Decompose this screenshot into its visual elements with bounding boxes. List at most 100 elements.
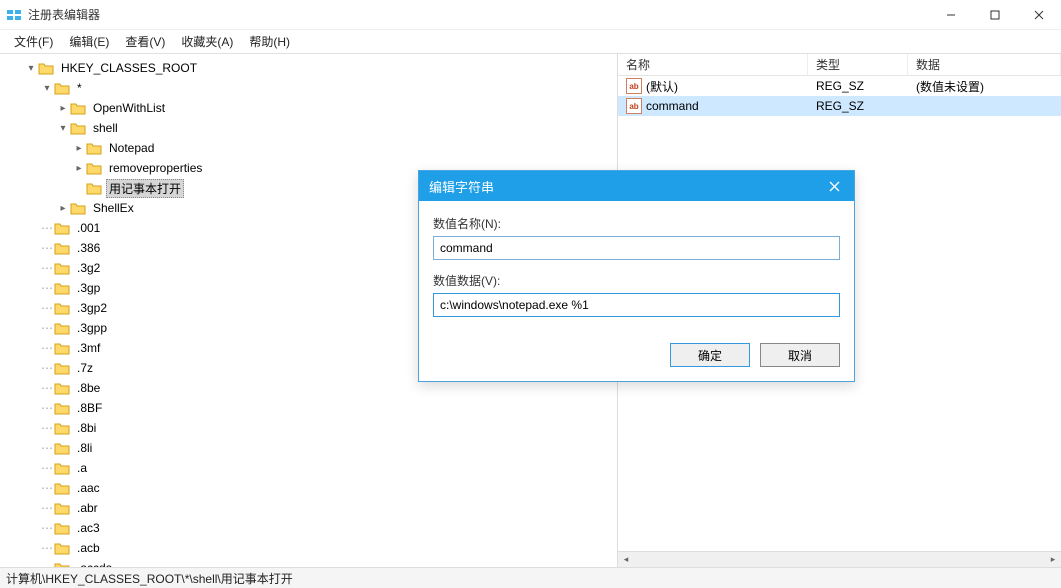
folder-icon [54,481,70,495]
tree-dots: ⋯ [40,401,54,415]
tree-label: * [74,80,85,96]
folder-icon [54,441,70,455]
maximize-button[interactable] [973,0,1017,29]
value-name-label: 数值名称(N): [433,215,840,232]
tree-node-ext[interactable]: ⋯.a [0,458,617,478]
folder-icon [70,121,86,135]
tree-label: removeproperties [106,160,205,176]
tree-dots: ⋯ [40,481,54,495]
col-data[interactable]: 数据 [908,54,1061,75]
minimize-button[interactable] [929,0,973,29]
tree-node-ext[interactable]: ⋯ .aac [0,478,617,498]
tree-dots: ⋯ [40,561,54,567]
menu-favorites[interactable]: 收藏夹(A) [173,30,241,53]
expand-icon[interactable] [56,203,70,214]
tree-label: .8li [74,440,95,456]
tree-label: .acb [74,540,103,556]
horizontal-scrollbar[interactable]: ◂ ▸ [618,551,1061,567]
tree-label: shell [90,120,121,136]
tree-node-openwith[interactable]: OpenWithList [0,98,617,118]
folder-icon [86,141,102,155]
value-data: (数值未设置) [908,78,1061,95]
expand-icon[interactable] [56,103,70,114]
tree-dots: ⋯ [40,321,54,335]
value-type: REG_SZ [808,79,908,93]
tree-dots: ⋯ [40,361,54,375]
tree-label: .7z [74,360,96,376]
ok-button[interactable]: 确定 [670,343,750,367]
string-value-icon: ab [626,98,642,114]
expand-icon[interactable] [24,63,38,74]
list-row-selected[interactable]: abcommand REG_SZ [618,96,1061,116]
regedit-icon [6,7,22,23]
folder-icon [54,521,70,535]
dialog-title-bar[interactable]: 编辑字符串 [419,171,854,201]
folder-icon [54,501,70,515]
list-header: 名称 类型 数据 [618,54,1061,76]
folder-icon [54,381,70,395]
tree-node-ext[interactable]: ⋯.abr [0,498,617,518]
scroll-left-icon[interactable]: ◂ [618,552,634,568]
tree-node-ext[interactable]: ⋯ .accda [0,558,617,567]
folder-icon [54,461,70,475]
value-data-input[interactable] [433,293,840,317]
expand-icon[interactable] [40,83,54,94]
folder-icon [70,201,86,215]
tree-dots: ⋯ [40,421,54,435]
list-row[interactable]: ab(默认) REG_SZ (数值未设置) [618,76,1061,96]
folder-icon [54,561,70,567]
tree-dots: ⋯ [40,241,54,255]
window-title: 注册表编辑器 [28,6,929,23]
tree-node-hkcr[interactable]: HKEY_CLASSES_ROOT [0,58,617,78]
menu-file[interactable]: 文件(F) [6,30,61,53]
value-name: (默认) [646,78,678,95]
tree-label: .386 [74,240,103,256]
tree-dots: ⋯ [40,501,54,515]
tree-dots: ⋯ [40,301,54,315]
tree-label: .accda [74,560,115,567]
menu-view[interactable]: 查看(V) [117,30,173,53]
folder-icon [38,61,54,75]
folder-icon [54,541,70,555]
tree-node-ext[interactable]: ⋯ .acb [0,538,617,558]
folder-icon [54,301,70,315]
folder-icon [86,161,102,175]
expand-icon[interactable] [72,143,86,154]
value-name-input[interactable] [433,236,840,260]
tree-label: .001 [74,220,103,236]
tree-label: .3gp [74,280,103,296]
tree-node-star[interactable]: * [0,78,617,98]
scroll-right-icon[interactable]: ▸ [1045,552,1061,568]
expand-icon[interactable] [72,163,86,174]
dialog-close-button[interactable] [814,171,854,201]
tree-node-shell[interactable]: shell [0,118,617,138]
title-bar: 注册表编辑器 [0,0,1061,30]
folder-icon [54,281,70,295]
close-button[interactable] [1017,0,1061,29]
tree-label: HKEY_CLASSES_ROOT [58,60,200,76]
tree-label: .3gpp [74,320,110,336]
tree-node-ext[interactable]: ⋯.8li [0,438,617,458]
expand-icon[interactable] [56,123,70,134]
tree-label-selected: 用记事本打开 [106,179,184,198]
menu-edit[interactable]: 编辑(E) [61,30,117,53]
value-name: command [646,99,699,113]
tree-node-ext[interactable]: ⋯ .8BF [0,398,617,418]
folder-icon [70,101,86,115]
menu-help[interactable]: 帮助(H) [241,30,298,53]
tree-node-ext[interactable]: ⋯.ac3 [0,518,617,538]
tree-label: .8BF [74,400,105,416]
tree-label: .aac [74,480,103,496]
tree-dots: ⋯ [40,341,54,355]
col-type[interactable]: 类型 [808,54,908,75]
dialog-title: 编辑字符串 [429,177,814,196]
col-name[interactable]: 名称 [618,54,808,75]
tree-label: Notepad [106,140,157,156]
tree-node-notepad[interactable]: Notepad [0,138,617,158]
edit-string-dialog: 编辑字符串 数值名称(N): 数值数据(V): 确定 取消 [418,170,855,382]
tree-label: OpenWithList [90,100,168,116]
cancel-button[interactable]: 取消 [760,343,840,367]
tree-node-ext[interactable]: ⋯.8bi [0,418,617,438]
tree-dots: ⋯ [40,541,54,555]
value-data-label: 数值数据(V): [433,272,840,289]
